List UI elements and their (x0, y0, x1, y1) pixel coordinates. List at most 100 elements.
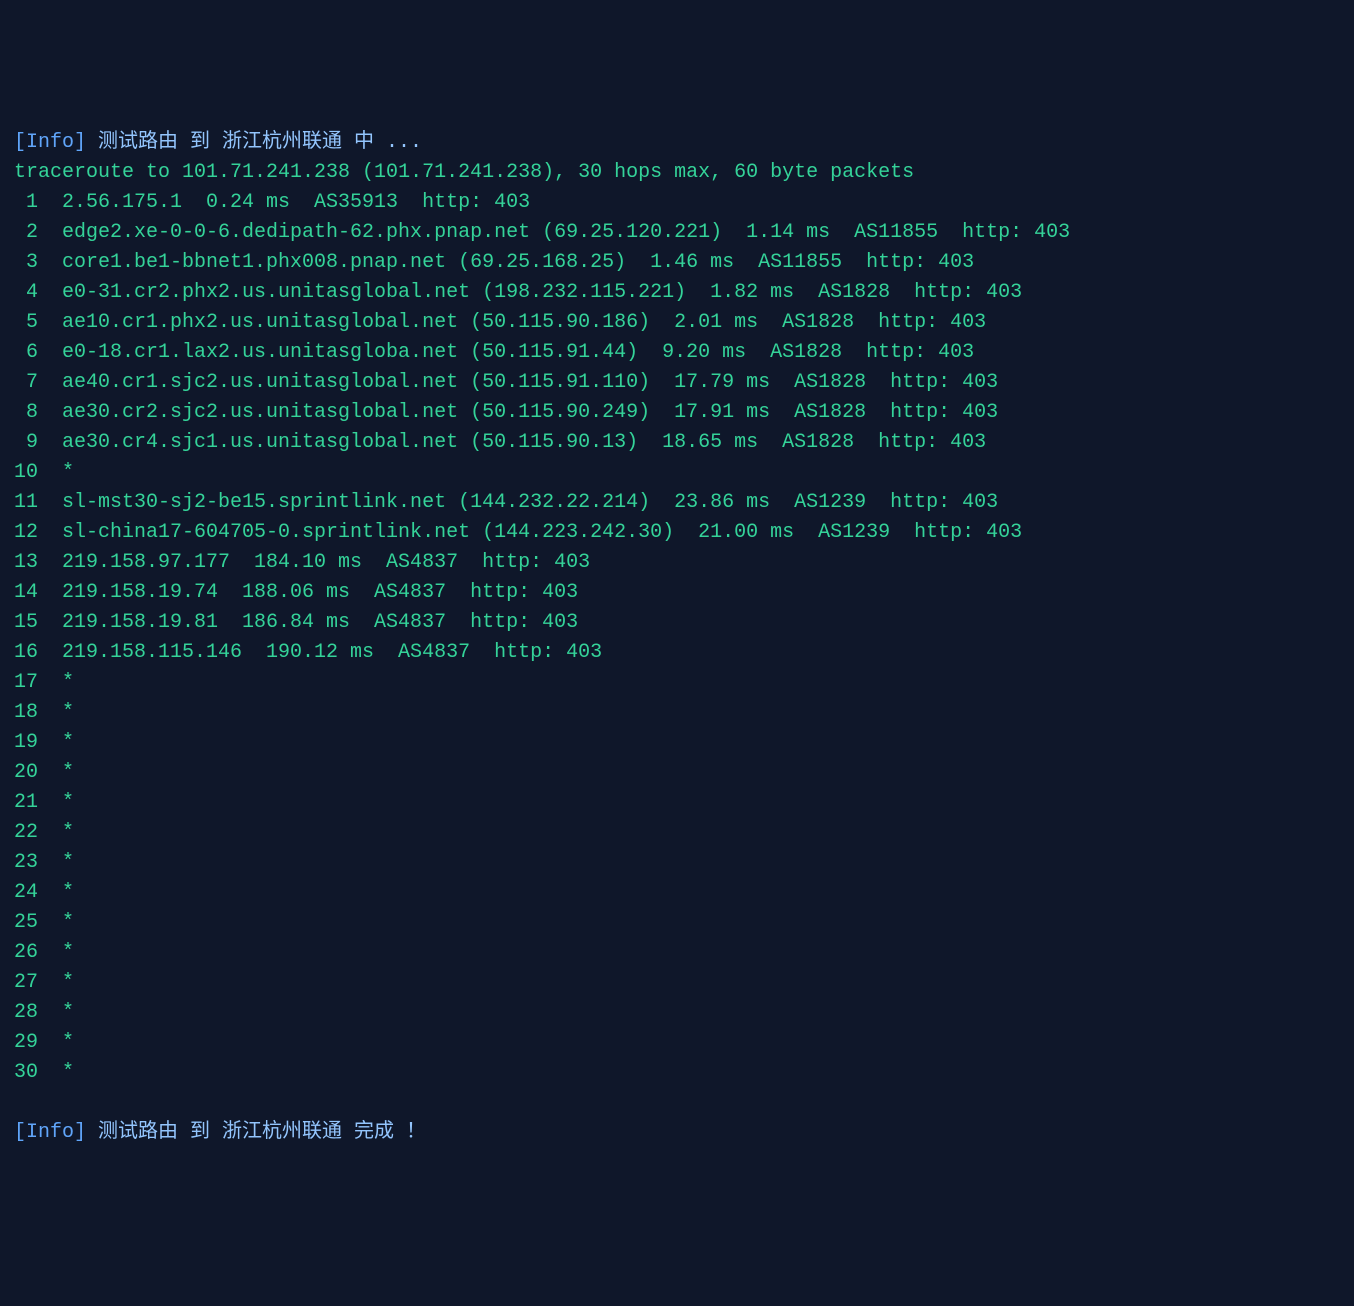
hop-number: 17 (14, 668, 38, 698)
hop-number: 28 (14, 998, 38, 1028)
hop-number: 20 (14, 758, 38, 788)
hop-content: 219.158.115.146 190.12 ms AS4837 http: 4… (38, 641, 602, 664)
hop-line: 19 * (14, 728, 1340, 758)
hop-number: 12 (14, 518, 38, 548)
hop-line: 11 sl-mst30-sj2-be15.sprintlink.net (144… (14, 488, 1340, 518)
hop-line: 17 * (14, 668, 1340, 698)
hop-content: * (38, 731, 74, 754)
info-tag: [Info] (14, 1121, 86, 1144)
hop-content: * (38, 1061, 74, 1084)
hop-content: 219.158.19.81 186.84 ms AS4837 http: 403 (38, 611, 578, 634)
hop-line: 10 * (14, 458, 1340, 488)
traceroute-header: traceroute to 101.71.241.238 (101.71.241… (14, 158, 1340, 188)
hop-line: 5 ae10.cr1.phx2.us.unitasglobal.net (50.… (14, 308, 1340, 338)
hop-line: 30 * (14, 1058, 1340, 1088)
hop-content: * (38, 911, 74, 934)
hop-line: 20 * (14, 758, 1340, 788)
hop-number: 13 (14, 548, 38, 578)
hop-content: sl-mst30-sj2-be15.sprintlink.net (144.23… (38, 491, 998, 514)
hop-content: * (38, 1031, 74, 1054)
hop-number: 14 (14, 578, 38, 608)
hop-line: 24 * (14, 878, 1340, 908)
hop-line: 16 219.158.115.146 190.12 ms AS4837 http… (14, 638, 1340, 668)
hop-content: * (38, 791, 74, 814)
hop-line: 7 ae40.cr1.sjc2.us.unitasglobal.net (50.… (14, 368, 1340, 398)
hop-number: 23 (14, 848, 38, 878)
hop-content: * (38, 671, 74, 694)
hop-number: 6 (14, 338, 38, 368)
hop-content: * (38, 1001, 74, 1024)
hop-number: 5 (14, 308, 38, 338)
hop-number: 24 (14, 878, 38, 908)
info-text: 测试路由 到 浙江杭州联通 完成 ！ (86, 1121, 426, 1144)
hop-number: 1 (14, 188, 38, 218)
hop-number: 21 (14, 788, 38, 818)
hop-number: 9 (14, 428, 38, 458)
hop-line: 25 * (14, 908, 1340, 938)
hop-content: 2.56.175.1 0.24 ms AS35913 http: 403 (38, 191, 530, 214)
hop-content: e0-31.cr2.phx2.us.unitasglobal.net (198.… (38, 281, 1022, 304)
hop-content: 219.158.19.74 188.06 ms AS4837 http: 403 (38, 581, 578, 604)
hop-number: 16 (14, 638, 38, 668)
hop-line: 14 219.158.19.74 188.06 ms AS4837 http: … (14, 578, 1340, 608)
hop-number: 25 (14, 908, 38, 938)
hop-number: 10 (14, 458, 38, 488)
hop-number: 22 (14, 818, 38, 848)
hop-content: 219.158.97.177 184.10 ms AS4837 http: 40… (38, 551, 590, 574)
hop-line: 3 core1.be1-bbnet1.phx008.pnap.net (69.2… (14, 248, 1340, 278)
hop-content: * (38, 821, 74, 844)
hop-number: 4 (14, 278, 38, 308)
hop-number: 8 (14, 398, 38, 428)
hop-line: 1 2.56.175.1 0.24 ms AS35913 http: 403 (14, 188, 1340, 218)
hop-line: 6 e0-18.cr1.lax2.us.unitasgloba.net (50.… (14, 338, 1340, 368)
hop-line: 23 * (14, 848, 1340, 878)
hop-number: 27 (14, 968, 38, 998)
hop-line: 28 * (14, 998, 1340, 1028)
hop-number: 18 (14, 698, 38, 728)
hop-line: 22 * (14, 818, 1340, 848)
terminal-output: [Info] 测试路由 到 浙江杭州联通 中 ...traceroute to … (14, 128, 1340, 1148)
hop-number: 7 (14, 368, 38, 398)
hop-number: 19 (14, 728, 38, 758)
hop-line: 4 e0-31.cr2.phx2.us.unitasglobal.net (19… (14, 278, 1340, 308)
hop-line: 2 edge2.xe-0-0-6.dedipath-62.phx.pnap.ne… (14, 218, 1340, 248)
hop-number: 29 (14, 1028, 38, 1058)
hop-content: ae40.cr1.sjc2.us.unitasglobal.net (50.11… (38, 371, 998, 394)
hop-line: 18 * (14, 698, 1340, 728)
info-line-end: [Info] 测试路由 到 浙江杭州联通 完成 ！ (14, 1118, 1340, 1148)
hop-line: 21 * (14, 788, 1340, 818)
info-line-start: [Info] 测试路由 到 浙江杭州联通 中 ... (14, 128, 1340, 158)
hop-number: 15 (14, 608, 38, 638)
hop-content: sl-china17-604705-0.sprintlink.net (144.… (38, 521, 1022, 544)
hop-content: * (38, 941, 74, 964)
hop-content: ae10.cr1.phx2.us.unitasglobal.net (50.11… (38, 311, 986, 334)
info-text: 测试路由 到 浙江杭州联通 中 ... (86, 131, 422, 154)
hop-number: 26 (14, 938, 38, 968)
blank-line (14, 1088, 1340, 1118)
hop-content: * (38, 851, 74, 874)
info-tag: [Info] (14, 131, 86, 154)
hops-list: 1 2.56.175.1 0.24 ms AS35913 http: 403 2… (14, 188, 1340, 1088)
hop-number: 11 (14, 488, 38, 518)
hop-line: 29 * (14, 1028, 1340, 1058)
hop-content: ae30.cr2.sjc2.us.unitasglobal.net (50.11… (38, 401, 998, 424)
hop-line: 15 219.158.19.81 186.84 ms AS4837 http: … (14, 608, 1340, 638)
hop-content: * (38, 881, 74, 904)
hop-number: 2 (14, 218, 38, 248)
hop-content: * (38, 761, 74, 784)
hop-line: 27 * (14, 968, 1340, 998)
hop-content: * (38, 971, 74, 994)
hop-number: 3 (14, 248, 38, 278)
hop-number: 30 (14, 1058, 38, 1088)
hop-line: 8 ae30.cr2.sjc2.us.unitasglobal.net (50.… (14, 398, 1340, 428)
hop-line: 26 * (14, 938, 1340, 968)
hop-content: core1.be1-bbnet1.phx008.pnap.net (69.25.… (38, 251, 974, 274)
hop-line: 12 sl-china17-604705-0.sprintlink.net (1… (14, 518, 1340, 548)
hop-content: ae30.cr4.sjc1.us.unitasglobal.net (50.11… (38, 431, 986, 454)
hop-line: 13 219.158.97.177 184.10 ms AS4837 http:… (14, 548, 1340, 578)
hop-line: 9 ae30.cr4.sjc1.us.unitasglobal.net (50.… (14, 428, 1340, 458)
hop-content: e0-18.cr1.lax2.us.unitasgloba.net (50.11… (38, 341, 974, 364)
hop-content: edge2.xe-0-0-6.dedipath-62.phx.pnap.net … (38, 221, 1070, 244)
hop-content: * (38, 701, 74, 724)
hop-content: * (38, 461, 74, 484)
